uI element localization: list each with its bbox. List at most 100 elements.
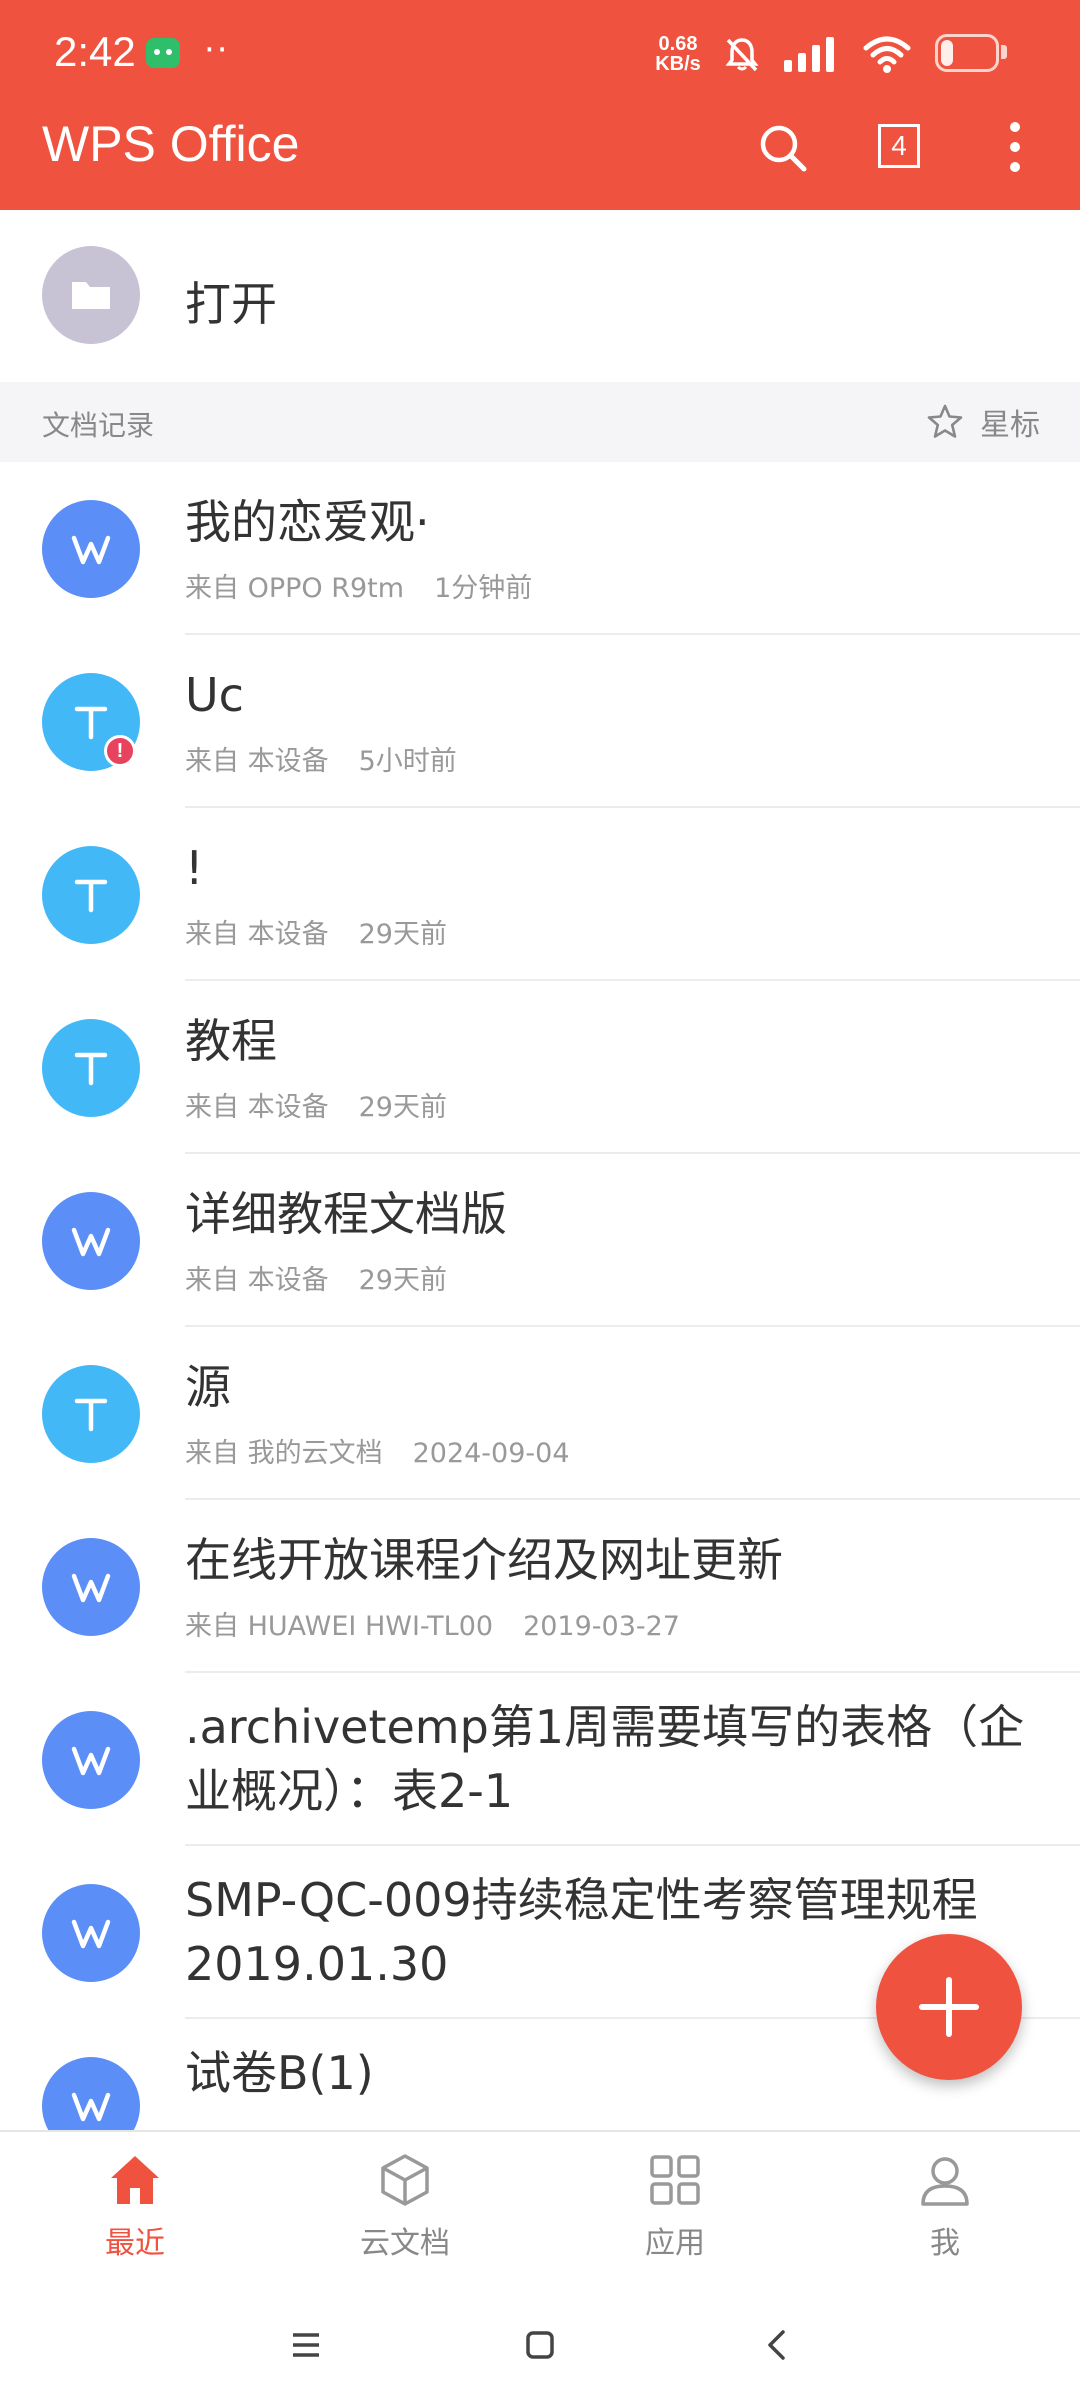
home-square-icon[interactable] bbox=[515, 2320, 565, 2370]
person-icon bbox=[921, 2157, 969, 2206]
text-doc-icon bbox=[74, 879, 108, 913]
writer-doc-avatar bbox=[42, 500, 140, 598]
section-header: 文档记录 星标 bbox=[0, 382, 1080, 462]
text-doc-avatar bbox=[42, 1365, 140, 1463]
document-time: 1分钟前 bbox=[434, 573, 533, 604]
document-title: 我的恋爱观· bbox=[185, 495, 430, 549]
document-meta: 来自 本设备 5小时前 bbox=[185, 739, 457, 778]
document-title: 教程 bbox=[185, 1014, 277, 1068]
game-controller-icon bbox=[146, 38, 180, 68]
document-source: 来自 我的云文档 bbox=[185, 1438, 383, 1469]
plus-icon bbox=[919, 1977, 979, 2037]
writer-doc-avatar bbox=[42, 1538, 140, 1636]
nav-cloud-docs-label: 云文档 bbox=[360, 2226, 450, 2261]
document-time: 2024-09-04 bbox=[412, 1438, 570, 1469]
document-source: 来自 HUAWEI HWI-TL00 bbox=[185, 1611, 494, 1642]
writer-doc-icon bbox=[71, 535, 111, 565]
document-meta: 来自 本设备 29天前 bbox=[185, 1085, 447, 1124]
starred-label: 星标 bbox=[980, 408, 1040, 443]
document-source: 来自 OPPO R9tm bbox=[185, 573, 405, 604]
document-time: 29天前 bbox=[358, 919, 447, 950]
signal-bars-icon bbox=[784, 37, 834, 72]
document-title: 在线开放课程介绍及网址更新 bbox=[185, 1533, 783, 1587]
document-row[interactable]: 教程来自 本设备 29天前 bbox=[0, 981, 1080, 1154]
writer-doc-avatar bbox=[42, 1711, 140, 1809]
text-doc-avatar bbox=[42, 1019, 140, 1117]
nav-apps-label: 应用 bbox=[645, 2226, 705, 2261]
alert-badge-icon: ! bbox=[104, 735, 136, 767]
document-row[interactable]: 在线开放课程介绍及网址更新来自 HUAWEI HWI-TL00 2019-03-2… bbox=[0, 1500, 1080, 1673]
document-source: 来自 本设备 bbox=[185, 919, 329, 950]
battery-cap bbox=[1001, 45, 1007, 59]
nav-cloud-docs[interactable]: 云文档 bbox=[305, 2150, 505, 2270]
folder-avatar bbox=[42, 246, 140, 344]
document-title: Uc bbox=[185, 668, 244, 722]
open-label: 打开 bbox=[185, 277, 277, 331]
document-row[interactable]: ! 来自 本设备 29天前 bbox=[0, 808, 1080, 981]
bottom-navigation: 最近 云文档 应用 我 bbox=[0, 2130, 1080, 2282]
app-header: 2:42 ·· 0.68 KB/s 23 WPS Office 4 bbox=[0, 0, 1080, 210]
document-time: 5小时前 bbox=[358, 746, 457, 777]
more-vert-icon[interactable] bbox=[980, 112, 1050, 182]
status-time: 2:42 bbox=[54, 28, 136, 75]
search-icon[interactable] bbox=[748, 112, 818, 182]
app-title: WPS Office bbox=[42, 116, 300, 172]
back-icon[interactable] bbox=[752, 2320, 802, 2370]
document-row[interactable]: 详细教程文档版来自 本设备 29天前 bbox=[0, 1154, 1080, 1327]
document-source: 来自 本设备 bbox=[185, 1092, 329, 1123]
document-time: 2019-03-27 bbox=[523, 1611, 680, 1642]
text-doc-icon bbox=[74, 1052, 108, 1086]
folder-icon bbox=[72, 282, 110, 309]
document-title: 源 bbox=[185, 1360, 231, 1414]
starred-button[interactable]: 星标 bbox=[926, 398, 1040, 446]
document-row[interactable]: 我的恋爱观· 来自 OPPO R9tm 1分钟前 bbox=[0, 462, 1080, 635]
system-navigation-bar bbox=[0, 2280, 1080, 2400]
star-icon bbox=[927, 404, 963, 438]
status-bar: 2:42 ·· 0.68 KB/s 23 bbox=[0, 0, 1080, 110]
document-row[interactable]: ! Uc 来自 本设备 5小时前 bbox=[0, 635, 1080, 808]
nav-recent-label: 最近 bbox=[105, 2226, 165, 2261]
document-meta: 来自 本设备 29天前 bbox=[185, 1258, 447, 1297]
writer-doc-avatar bbox=[42, 2057, 140, 2130]
apps-grid-icon bbox=[650, 2155, 700, 2205]
new-document-button[interactable] bbox=[876, 1934, 1022, 2080]
document-title: .archivetemp第1周需要填写的表格（企业概况）：表2-1 bbox=[185, 1700, 1025, 1818]
writer-doc-icon bbox=[71, 1227, 111, 1257]
document-source: 来自 本设备 bbox=[185, 1265, 329, 1296]
document-meta: 来自 OPPO R9tm 1分钟前 bbox=[185, 566, 532, 605]
document-meta: 来自 我的云文档 2024-09-04 bbox=[185, 1431, 570, 1470]
network-speed-value: 0.68 bbox=[658, 33, 698, 55]
writer-doc-avatar bbox=[42, 1192, 140, 1290]
text-doc-icon bbox=[74, 1398, 108, 1432]
document-meta: 来自 本设备 29天前 bbox=[185, 912, 447, 951]
home-icon bbox=[111, 2156, 159, 2204]
nav-me-label: 我 bbox=[930, 2226, 960, 2261]
document-meta: 来自 HUAWEI HWI-TL00 2019-03-27 bbox=[185, 1604, 680, 1643]
writer-doc-avatar bbox=[42, 1884, 140, 1982]
document-list: 我的恋爱观· 来自 OPPO R9tm 1分钟前! Uc 来自 本设备 5小时前! 来自 本… bbox=[0, 462, 1080, 2130]
network-speed: 0.68 KB/s bbox=[650, 34, 706, 74]
tab-switcher-button[interactable]: 4 bbox=[878, 124, 920, 168]
writer-doc-icon bbox=[71, 1746, 111, 1776]
battery-level: 23 bbox=[953, 39, 981, 66]
open-file-row[interactable]: 打开 bbox=[0, 210, 1080, 382]
network-speed-unit: KB/s bbox=[655, 53, 701, 75]
nav-recent[interactable]: 最近 bbox=[35, 2150, 235, 2270]
doc-records-label: 文档记录 bbox=[42, 409, 155, 442]
document-title: 详细教程文档版 bbox=[185, 1187, 507, 1241]
writer-doc-icon bbox=[71, 2092, 111, 2122]
battery-icon: 23 bbox=[935, 34, 999, 72]
document-time: 29天前 bbox=[358, 1092, 447, 1123]
menu-icon[interactable] bbox=[281, 2320, 331, 2370]
document-time: 29天前 bbox=[358, 1265, 447, 1296]
document-row[interactable]: 源来自 我的云文档 2024-09-04 bbox=[0, 1327, 1080, 1500]
status-more-dots: ·· bbox=[204, 30, 230, 70]
writer-doc-icon bbox=[71, 1919, 111, 1949]
document-row[interactable]: .archivetemp第1周需要填写的表格（企业概况）：表2-1 bbox=[0, 1673, 1080, 1846]
cloud-box-icon bbox=[381, 2154, 429, 2206]
nav-apps[interactable]: 应用 bbox=[575, 2150, 775, 2270]
nav-me[interactable]: 我 bbox=[845, 2150, 1045, 2270]
writer-doc-icon bbox=[71, 1573, 111, 1603]
document-source: 来自 本设备 bbox=[185, 746, 329, 777]
text-doc-avatar bbox=[42, 846, 140, 944]
